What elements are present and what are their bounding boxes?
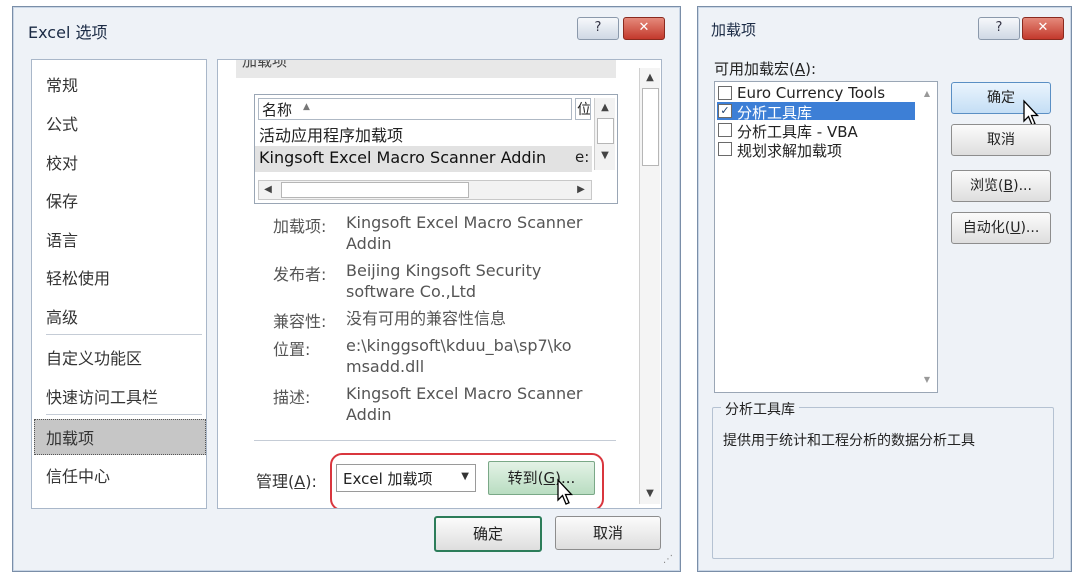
addins-dialog: 加载项 ? ✕ 可用加载宏(A): Euro Currency Tools ✓ … (697, 6, 1072, 572)
location-label: 位置: (273, 340, 311, 359)
nav-divider (46, 334, 202, 335)
manage-label: 管理(A): (256, 472, 317, 491)
go-button[interactable]: 转到(G)... (488, 461, 595, 495)
available-addins-list[interactable]: Euro Currency Tools ✓ 分析工具库 分析工具库 - VBA … (714, 81, 938, 393)
nav-item-customize-ribbon[interactable]: 自定义功能区 (46, 345, 142, 369)
addin-item-label: 分析工具库 - VBA (737, 123, 858, 141)
nav-divider (46, 414, 202, 415)
scroll-up-arrow-icon[interactable]: ▲ (597, 100, 613, 116)
addin-row-name: Kingsoft Excel Macro Scanner Addin (259, 148, 547, 167)
help-button[interactable]: ? (978, 17, 1020, 40)
section-header-text: 加载项 (242, 60, 288, 70)
content-vertical-scrollbar[interactable]: ▲ ▼ (639, 68, 660, 504)
excel-options-dialog: Excel 选项 ? ✕ 常规 公式 校对 保存 语言 轻松使用 高级 自定义功… (12, 6, 681, 572)
content-scroll-thumb[interactable] (642, 88, 659, 166)
list-horizontal-scrollbar[interactable]: ◀ ▶ (258, 180, 592, 200)
nav-item-accessibility[interactable]: 轻松使用 (46, 265, 110, 289)
addin-item-solver[interactable]: 规划求解加载项 (717, 140, 915, 160)
scroll-up-arrow-icon[interactable]: ▲ (642, 70, 658, 86)
scroll-left-arrow-icon[interactable]: ◀ (260, 182, 276, 198)
checkbox-checked[interactable]: ✓ (718, 104, 732, 118)
location-value: e:\kinggsoft\kduu_ba\sp7\komsadd.dll (346, 336, 572, 376)
nav-item-quick-access-toolbar[interactable]: 快速访问工具栏 (46, 384, 158, 408)
addin-detail-label: 加载项: (273, 217, 327, 236)
addin-list[interactable]: 名称 ▲ 位 活动应用程序加载项 Kingsoft Excel Macro Sc… (254, 94, 618, 204)
dialog-title: Excel 选项 (28, 23, 108, 42)
chevron-down-icon: ▼ (461, 471, 469, 482)
check-icon: ✓ (720, 104, 730, 117)
mouse-cursor-icon (557, 478, 573, 505)
nav-item-language[interactable]: 语言 (46, 227, 78, 251)
nav-item-formulas[interactable]: 公式 (46, 111, 78, 135)
scroll-down-arrow-icon[interactable]: ▼ (919, 372, 935, 388)
column-header-name[interactable]: 名称 ▲ (258, 98, 572, 120)
addin-row-selected[interactable]: Kingsoft Excel Macro Scanner Addin e: (255, 146, 592, 172)
nav-item-trust-center[interactable]: 信任中心 (46, 463, 110, 487)
compatibility-label: 兼容性: (273, 312, 327, 331)
nav-item-save[interactable]: 保存 (46, 188, 78, 212)
column-header-location[interactable]: 位 (575, 98, 591, 120)
close-button[interactable]: ✕ (623, 17, 665, 40)
scroll-thumb[interactable] (597, 118, 614, 144)
resize-grip-icon[interactable]: ⋰ (663, 554, 673, 565)
nav-item-proofing[interactable]: 校对 (46, 150, 78, 174)
automation-button[interactable]: 自动化(U)... (951, 212, 1051, 244)
manage-dropdown-value: Excel 加载项 (343, 470, 433, 488)
title-bar: 加载项 ? ✕ (698, 7, 1071, 51)
column-name-label: 名称 (262, 101, 293, 119)
addin-item-label: 规划求解加载项 (737, 142, 843, 160)
description-group-title: 分析工具库 (721, 399, 799, 419)
sort-ascending-icon: ▲ (303, 102, 310, 112)
category-nav: 常规 公式 校对 保存 语言 轻松使用 高级 自定义功能区 快速访问工具栏 加载… (31, 59, 207, 509)
addin-item-analysis-toolpak-vba[interactable]: 分析工具库 - VBA (717, 121, 915, 141)
description-text: 提供用于统计和工程分析的数据分析工具 (723, 433, 975, 449)
list-vertical-scrollbar[interactable]: ▲ ▼ (919, 84, 935, 388)
title-bar: Excel 选项 ? ✕ (13, 7, 680, 51)
addins-content-panel: 加载项 名称 ▲ 位 活动应用程序加载项 Kingsoft Excel Macr… (217, 59, 662, 509)
column-location-label: 位 (577, 102, 591, 118)
addin-item-euro-currency-tools[interactable]: Euro Currency Tools (717, 84, 915, 102)
hscroll-thumb[interactable] (281, 182, 469, 198)
addin-item-analysis-toolpak[interactable]: ✓ 分析工具库 (717, 102, 915, 122)
close-button[interactable]: ✕ (1022, 17, 1064, 40)
publisher-label: 发布者: (273, 265, 327, 284)
checkbox[interactable] (718, 86, 732, 100)
description-group: 分析工具库 提供用于统计和工程分析的数据分析工具 (712, 399, 1054, 559)
checkbox[interactable] (718, 123, 732, 137)
scroll-right-arrow-icon[interactable]: ▶ (573, 182, 589, 198)
cancel-button[interactable]: 取消 (951, 124, 1051, 156)
available-addins-label: 可用加载宏(A): (714, 60, 817, 78)
addin-detail-value: Kingsoft Excel Macro Scanner Addin (346, 213, 583, 253)
description-label: 描述: (273, 388, 311, 407)
ok-button[interactable]: 确定 (434, 516, 542, 552)
description-value: Kingsoft Excel Macro Scanner Addin (346, 384, 583, 424)
nav-item-general[interactable]: 常规 (46, 72, 78, 96)
publisher-value: Beijing Kingsoft Security software Co.,L… (346, 261, 542, 301)
browse-button[interactable]: 浏览(B)... (951, 170, 1051, 202)
help-button[interactable]: ? (577, 17, 619, 40)
content-divider (254, 440, 616, 441)
addin-row-location: e: (575, 148, 590, 166)
list-vertical-scrollbar[interactable]: ▲ ▼ (594, 98, 615, 170)
addin-item-label: Euro Currency Tools (737, 84, 886, 102)
compatibility-value: 没有可用的兼容性信息 (346, 309, 507, 328)
checkbox[interactable] (718, 142, 732, 156)
section-header: 加载项 (236, 60, 616, 78)
cancel-button[interactable]: 取消 (555, 516, 661, 550)
nav-item-addins[interactable]: 加载项 (46, 425, 94, 449)
scroll-up-arrow-icon[interactable]: ▲ (919, 86, 935, 102)
addin-item-label: 分析工具库 (737, 104, 813, 122)
manage-dropdown[interactable]: Excel 加载项 ▼ (336, 464, 476, 492)
scroll-down-arrow-icon[interactable]: ▼ (597, 148, 613, 164)
dialog-title: 加载项 (711, 21, 757, 39)
nav-item-advanced[interactable]: 高级 (46, 304, 78, 328)
scroll-down-arrow-icon[interactable]: ▼ (642, 486, 658, 502)
group-label-active-addins: 活动应用程序加载项 (259, 126, 404, 145)
